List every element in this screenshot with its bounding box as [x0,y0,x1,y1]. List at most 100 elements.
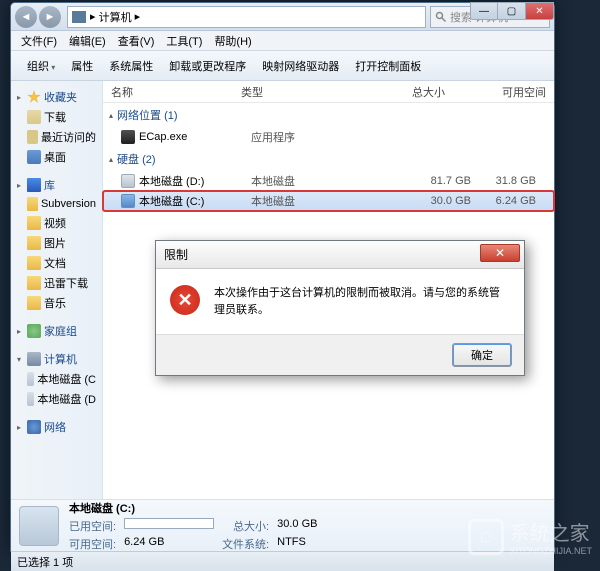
toolbar-map-drive[interactable]: 映射网络驱动器 [254,54,347,78]
watermark-logo-icon: ⌂ [468,519,504,555]
sidebar-item-documents[interactable]: 文档 [13,253,100,273]
sidebar: ▸收藏夹 下载 最近访问的 桌面 ▸库 Subversion 视频 图片 文档 … [11,81,103,499]
toolbar-control-panel[interactable]: 打开控制面板 [347,54,429,78]
item-type: 本地磁盘 [251,173,381,189]
drive-icon [27,392,34,406]
ok-button[interactable]: 确定 [452,343,512,367]
library-icon [27,178,41,192]
category-network[interactable]: ▴网络位置 (1) [103,103,554,127]
sidebar-label: 计算机 [44,351,77,367]
details-free-value: 6.24 GB [124,536,214,552]
maximize-button[interactable]: ▢ [498,2,526,20]
sidebar-item-label: 最近访问的 [41,129,96,145]
menu-file[interactable]: 文件(F) [15,31,63,51]
breadcrumb-sep: ▸ [135,10,141,23]
item-type: 本地磁盘 [251,193,381,209]
sidebar-item-label: 音乐 [44,295,66,311]
toolbar-organize[interactable]: 组织 [19,54,63,78]
recent-icon [27,130,38,144]
computer-icon [72,11,86,23]
drive-icon [121,194,135,208]
sidebar-item-drive-d[interactable]: 本地磁盘 (D [13,389,100,409]
list-item[interactable]: 本地磁盘 (D:) 本地磁盘 81.7 GB 31.8 GB [103,171,554,191]
menu-bar: 文件(F) 编辑(E) 查看(V) 工具(T) 帮助(H) [11,31,554,51]
item-free: 6.24 GB [471,195,548,207]
category-label: 硬盘 (2) [117,151,156,167]
star-icon [27,90,41,104]
nav-forward-button[interactable]: ► [39,6,61,28]
dialog-titlebar[interactable]: 限制 ✕ [156,241,524,269]
dialog-close-button[interactable]: ✕ [480,244,520,262]
sidebar-homegroup[interactable]: ▸家庭组 [13,321,100,341]
sidebar-item-music[interactable]: 音乐 [13,293,100,313]
sidebar-item-pictures[interactable]: 图片 [13,233,100,253]
item-free: 31.8 GB [471,175,548,187]
details-fs-value: NTFS [277,536,317,552]
sidebar-item-label: 本地磁盘 (D [37,391,96,407]
list-item[interactable]: ECap.exe 应用程序 [103,127,554,147]
category-label: 网络位置 (1) [117,107,178,123]
nav-back-button[interactable]: ◄ [15,6,37,28]
sidebar-item-desktop[interactable]: 桌面 [13,147,100,167]
details-total-value: 30.0 GB [277,518,317,534]
usage-bar [124,518,214,529]
sidebar-item-label: 文档 [44,255,66,271]
sidebar-item-label: 图片 [44,235,66,251]
sidebar-item-videos[interactable]: 视频 [13,213,100,233]
sidebar-libraries[interactable]: ▸库 [13,175,100,195]
breadcrumb-sep: ▸ [90,10,96,23]
close-button[interactable]: ✕ [526,2,554,20]
drive-large-icon [19,506,59,546]
exe-icon [121,130,135,144]
address-bar[interactable]: ▸ 计算机 ▸ [67,6,426,28]
sidebar-item-subversion[interactable]: Subversion [13,195,100,213]
col-size[interactable]: 总大小 [363,84,453,100]
minimize-button[interactable]: — [470,2,498,20]
sidebar-item-label: 下载 [44,109,66,125]
col-free[interactable]: 可用空间 [453,84,554,100]
menu-view[interactable]: 查看(V) [112,31,161,51]
sidebar-item-thunder[interactable]: 迅雷下载 [13,273,100,293]
toolbar-properties[interactable]: 属性 [63,54,101,78]
list-item[interactable]: 本地磁盘 (C:) 本地磁盘 30.0 GB 6.24 GB [103,191,554,211]
col-name[interactable]: 名称 [103,84,233,100]
watermark-text: 系统之家 [510,517,592,546]
category-disks[interactable]: ▴硬盘 (2) [103,147,554,171]
sidebar-label: 库 [44,177,55,193]
error-dialog: 限制 ✕ ✕ 本次操作由于这台计算机的限制而被取消。请与您的系统管理员联系。 确… [155,240,525,376]
toolbar-uninstall[interactable]: 卸载或更改程序 [161,54,254,78]
error-icon: ✕ [170,285,200,315]
sidebar-item-label: 迅雷下载 [44,275,88,291]
sidebar-favorites[interactable]: ▸收藏夹 [13,87,100,107]
download-icon [27,110,41,124]
breadcrumb[interactable]: 计算机 [99,9,132,25]
folder-icon [27,197,38,211]
dialog-title-text: 限制 [164,246,188,263]
computer-icon [27,352,41,366]
details-free-label: 可用空间: [69,536,116,552]
sidebar-item-recent[interactable]: 最近访问的 [13,127,100,147]
dialog-body: ✕ 本次操作由于这台计算机的限制而被取消。请与您的系统管理员联系。 [156,269,524,334]
item-name: ECap.exe [139,131,251,143]
homegroup-icon [27,324,41,338]
item-size: 30.0 GB [381,195,471,207]
menu-tools[interactable]: 工具(T) [160,31,208,51]
toolbar-system-properties[interactable]: 系统属性 [101,54,161,78]
menu-help[interactable]: 帮助(H) [208,31,257,51]
drive-icon [121,174,135,188]
details-used-label: 已用空间: [69,518,116,534]
sidebar-item-downloads[interactable]: 下载 [13,107,100,127]
desktop-icon [27,150,41,164]
col-type[interactable]: 类型 [233,84,363,100]
details-title: 本地磁盘 (C:) [69,500,214,516]
sidebar-network[interactable]: ▸网络 [13,417,100,437]
menu-edit[interactable]: 编辑(E) [63,31,112,51]
details-total-label: 总大小: [222,518,269,534]
music-icon [27,296,41,310]
item-size: 81.7 GB [381,175,471,187]
sidebar-computer[interactable]: ▾计算机 [13,349,100,369]
column-headers: 名称 类型 总大小 可用空间 [103,81,554,103]
sidebar-item-label: 视频 [44,215,66,231]
sidebar-item-drive-c[interactable]: 本地磁盘 (C [13,369,100,389]
sidebar-item-label: 本地磁盘 (C [37,371,96,387]
